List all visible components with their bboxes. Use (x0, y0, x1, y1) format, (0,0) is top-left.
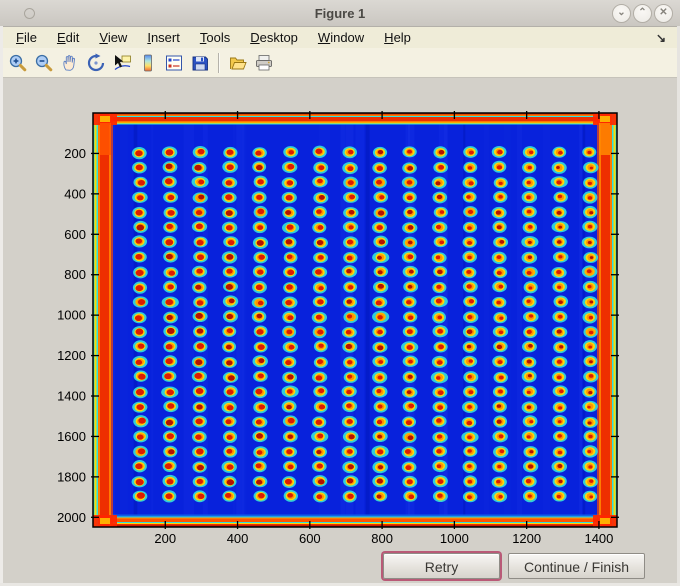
zoom-in-icon[interactable] (6, 51, 30, 75)
shade-button-chevron-down-icon[interactable]: ⌄ (612, 4, 631, 23)
menu-tools[interactable]: Tools (190, 28, 240, 47)
figure-toolbar (0, 48, 680, 78)
data-cursor-icon[interactable] (110, 51, 134, 75)
svg-text:600: 600 (299, 531, 321, 546)
svg-text:800: 800 (64, 267, 86, 282)
svg-text:600: 600 (64, 227, 86, 242)
figure-canvas: 200 400 600 800 1000 1200 1400 200 400 600 800 1000… (0, 79, 680, 586)
svg-text:1800: 1800 (57, 469, 86, 484)
colorbar-icon[interactable] (136, 51, 160, 75)
svg-text:400: 400 (64, 186, 86, 201)
svg-text:1000: 1000 (440, 531, 469, 546)
open-folder-icon[interactable] (226, 51, 250, 75)
close-icon[interactable]: ✕ (654, 4, 673, 23)
menu-desktop[interactable]: Desktop (240, 28, 308, 47)
rotate-3d-icon[interactable] (84, 51, 108, 75)
pan-hand-icon[interactable] (58, 51, 82, 75)
svg-text:200: 200 (64, 146, 86, 161)
toolbar-separator (218, 52, 220, 73)
save-icon[interactable] (188, 51, 212, 75)
menu-help[interactable]: Help (374, 28, 421, 47)
svg-text:1400: 1400 (57, 389, 86, 404)
dock-figure-arrow-icon[interactable]: ↘ (656, 31, 666, 45)
unshade-button-chevron-up-icon[interactable]: ⌃ (633, 4, 652, 23)
zoom-out-icon[interactable] (32, 51, 56, 75)
menu-view[interactable]: View (89, 28, 137, 47)
title-bar[interactable]: Figure 1 ⌄ ⌃ ✕ (0, 0, 680, 27)
svg-text:200: 200 (154, 531, 176, 546)
figure-plot: 200 400 600 800 1000 1200 1400 200 400 600 800 1000… (57, 111, 619, 546)
menu-file[interactable]: File (6, 28, 47, 47)
menu-insert[interactable]: Insert (137, 28, 190, 47)
menu-window[interactable]: Window (308, 28, 374, 47)
window-title: Figure 1 (314, 5, 366, 21)
print-icon[interactable] (252, 51, 276, 75)
retry-button[interactable]: Retry (383, 553, 500, 579)
figure-window: Figure 1 ⌄ ⌃ ✕ File Edit View Insert Too… (0, 0, 680, 586)
continue-finish-button[interactable]: Continue / Finish (508, 553, 645, 579)
svg-text:1600: 1600 (57, 429, 86, 444)
svg-text:400: 400 (227, 531, 249, 546)
svg-text:1200: 1200 (57, 348, 86, 363)
legend-icon[interactable] (162, 51, 186, 75)
svg-text:1200: 1200 (512, 531, 541, 546)
window-frame-left (0, 26, 3, 586)
figure-image (93, 113, 617, 527)
window-menu-icon[interactable] (24, 8, 35, 19)
menu-edit[interactable]: Edit (47, 28, 89, 47)
svg-text:1000: 1000 (57, 308, 86, 323)
svg-text:2000: 2000 (57, 510, 86, 525)
menu-bar: File Edit View Insert Tools Desktop Wind… (0, 27, 680, 48)
svg-text:800: 800 (371, 531, 393, 546)
svg-text:1400: 1400 (584, 531, 613, 546)
